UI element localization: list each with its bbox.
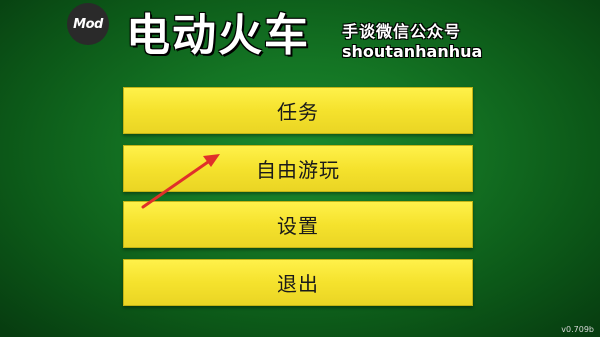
watermark-line-2: shoutanhanhua (342, 42, 483, 61)
watermark: 手谈微信公众号 shoutanhanhua (342, 22, 482, 62)
missions-button-label: 任务 (277, 100, 319, 124)
free-play-button[interactable]: 自由游玩 (123, 145, 473, 192)
mod-badge: Mod (67, 3, 109, 45)
settings-button[interactable]: 设置 (123, 201, 473, 248)
exit-button[interactable]: 退出 (123, 259, 473, 306)
missions-button[interactable]: 任务 (123, 87, 473, 134)
settings-button-label: 设置 (277, 214, 319, 238)
watermark-line-1: 手谈微信公众号 (342, 22, 462, 41)
free-play-button-label: 自由游玩 (256, 158, 340, 182)
mod-badge-label: Mod (73, 16, 103, 32)
version-label: v0.709b (561, 325, 594, 334)
game-title: 电动火车 (126, 10, 310, 61)
exit-button-label: 退出 (277, 272, 319, 296)
